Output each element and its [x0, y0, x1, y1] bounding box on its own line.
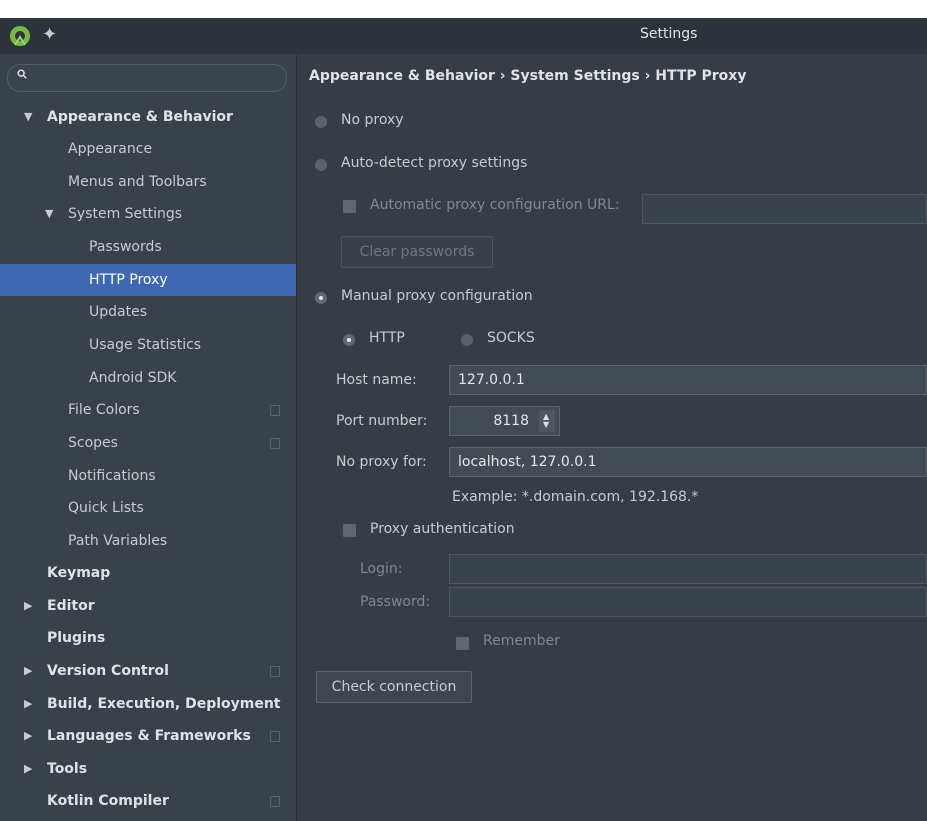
sidebar-item-label: Updates: [89, 304, 147, 320]
no-proxy-for-label: No proxy for:: [336, 454, 427, 470]
auto-config-url-checkbox[interactable]: [343, 200, 356, 213]
sidebar-item-menus-toolbars[interactable]: Menus and Toolbars: [0, 166, 296, 198]
manual-proxy-label[interactable]: Manual proxy configuration: [341, 288, 533, 304]
sidebar-item-appearance[interactable]: Appearance: [0, 133, 296, 165]
sidebar-item-label: Usage Statistics: [89, 337, 202, 353]
host-name-input[interactable]: 127.0.0.1: [449, 365, 927, 395]
http-radio[interactable]: [343, 334, 355, 346]
remember-checkbox[interactable]: [456, 637, 469, 650]
socks-radio[interactable]: [461, 334, 473, 346]
sidebar-item-label: Quick Lists: [68, 500, 144, 516]
proxy-auth-checkbox[interactable]: [343, 524, 356, 537]
expand-arrow-icon[interactable]: ▶: [24, 753, 32, 785]
sidebar-item-label: Build, Execution, Deployment: [47, 696, 281, 712]
expand-arrow-icon[interactable]: ▶: [24, 720, 32, 752]
http-proxy-panel: Appearance & Behavior › System Settings …: [297, 54, 927, 821]
project-copy-icon: [270, 405, 280, 416]
socks-label[interactable]: SOCKS: [487, 330, 535, 346]
login-label: Login:: [360, 561, 403, 577]
sidebar-item-keymap[interactable]: Keymap: [0, 557, 296, 589]
pin-icon[interactable]: ✦: [42, 24, 57, 45]
sidebar-item-label: Menus and Toolbars: [68, 174, 207, 190]
sidebar-item-usage-statistics[interactable]: Usage Statistics: [0, 329, 296, 361]
project-copy-icon: [270, 796, 280, 807]
sidebar-item-system-settings[interactable]: ▼ System Settings: [0, 198, 296, 230]
sidebar-item-tools[interactable]: ▶ Tools: [0, 753, 296, 785]
sidebar-item-http-proxy[interactable]: HTTP Proxy: [0, 264, 296, 296]
login-input[interactable]: [449, 554, 927, 584]
sidebar-item-label: Path Variables: [68, 533, 168, 549]
expand-arrow-icon[interactable]: ▼: [24, 101, 32, 133]
sidebar-item-scopes[interactable]: Scopes: [0, 427, 296, 459]
sidebar-item-label: Editor: [47, 598, 95, 614]
proxy-auth-label[interactable]: Proxy authentication: [370, 521, 515, 537]
host-name-label: Host name:: [336, 372, 417, 388]
sidebar-item-editor[interactable]: ▶ Editor: [0, 590, 296, 622]
sidebar-item-label: Kotlin Compiler: [47, 793, 169, 809]
port-spinner[interactable]: ▲ ▼: [539, 410, 555, 432]
sidebar-item-label: Plugins: [47, 630, 106, 646]
sidebar-item-label: Version Control: [47, 663, 169, 679]
sidebar-item-label: HTTP Proxy: [89, 272, 168, 288]
sidebar-item-file-colors[interactable]: File Colors: [0, 394, 296, 426]
sidebar-item-passwords[interactable]: Passwords: [0, 231, 296, 263]
sidebar-item-notifications[interactable]: Notifications: [0, 460, 296, 492]
port-number-label: Port number:: [336, 413, 428, 429]
project-copy-icon: [270, 438, 280, 449]
manual-proxy-radio[interactable]: [315, 292, 327, 304]
search-icon: [17, 69, 27, 79]
search-input[interactable]: [7, 64, 287, 92]
auto-config-url-label: Automatic proxy configuration URL:: [370, 197, 620, 213]
sidebar-item-label: System Settings: [68, 206, 183, 222]
sidebar-item-label: File Colors: [68, 402, 140, 418]
sidebar-item-appearance-behavior[interactable]: ▼ Appearance & Behavior: [0, 101, 296, 133]
sidebar-item-label: Appearance: [68, 141, 153, 157]
title-bar: ✦ Settings: [0, 18, 927, 54]
no-proxy-radio[interactable]: [315, 116, 327, 128]
sidebar-item-label: Keymap: [47, 565, 111, 581]
sidebar-item-version-control[interactable]: ▶ Version Control: [0, 655, 296, 687]
settings-sidebar: ▼ Appearance & Behavior Appearance Menus…: [0, 54, 297, 821]
sidebar-item-path-variables[interactable]: Path Variables: [0, 525, 296, 557]
auto-config-url-field[interactable]: [642, 194, 927, 224]
expand-arrow-icon[interactable]: ▶: [24, 590, 32, 622]
password-label: Password:: [360, 594, 431, 610]
project-copy-icon: [270, 666, 280, 677]
sidebar-item-label: Languages & Frameworks: [47, 728, 251, 744]
expand-arrow-icon[interactable]: ▶: [24, 688, 32, 720]
auto-detect-radio[interactable]: [315, 159, 327, 171]
check-connection-button[interactable]: Check connection: [316, 671, 472, 703]
http-label[interactable]: HTTP: [369, 330, 405, 346]
sidebar-item-languages-frameworks[interactable]: ▶ Languages & Frameworks: [0, 720, 296, 752]
sidebar-item-label: Android SDK: [89, 370, 177, 386]
example-hint: Example: *.domain.com, 192.168.*: [452, 489, 699, 505]
sidebar-item-plugins[interactable]: Plugins: [0, 622, 296, 654]
settings-window: ✦ Settings ▼ Appearance & Behavior Appea…: [0, 18, 927, 821]
expand-arrow-icon[interactable]: ▶: [24, 655, 32, 687]
android-studio-logo-icon: [10, 26, 30, 46]
sidebar-item-label: Appearance & Behavior: [47, 109, 233, 125]
expand-arrow-icon[interactable]: ▼: [45, 198, 53, 230]
sidebar-item-build-execution-deployment[interactable]: ▶ Build, Execution, Deployment: [0, 688, 296, 720]
sidebar-item-label: Passwords: [89, 239, 162, 255]
no-proxy-for-input[interactable]: localhost, 127.0.0.1: [449, 447, 927, 477]
port-number-value: 8118: [493, 413, 529, 429]
sidebar-item-label: Scopes: [68, 435, 118, 451]
sidebar-item-android-sdk[interactable]: Android SDK: [0, 362, 296, 394]
sidebar-item-label: Notifications: [68, 468, 156, 484]
password-input[interactable]: [449, 587, 927, 617]
sidebar-item-updates[interactable]: Updates: [0, 296, 296, 328]
project-copy-icon: [270, 731, 280, 742]
remember-label: Remember: [483, 633, 560, 649]
clear-passwords-button[interactable]: Clear passwords: [341, 236, 493, 268]
spinner-down-icon[interactable]: ▼: [543, 421, 549, 429]
sidebar-item-quick-lists[interactable]: Quick Lists: [0, 492, 296, 524]
sidebar-item-label: Tools: [47, 761, 88, 777]
no-proxy-label[interactable]: No proxy: [341, 112, 404, 128]
breadcrumb: Appearance & Behavior › System Settings …: [309, 68, 747, 84]
window-title: Settings: [640, 26, 698, 42]
auto-detect-label[interactable]: Auto-detect proxy settings: [341, 155, 527, 171]
port-number-input[interactable]: 8118 ▲ ▼: [449, 406, 560, 436]
sidebar-item-kotlin-compiler[interactable]: Kotlin Compiler: [0, 785, 296, 817]
